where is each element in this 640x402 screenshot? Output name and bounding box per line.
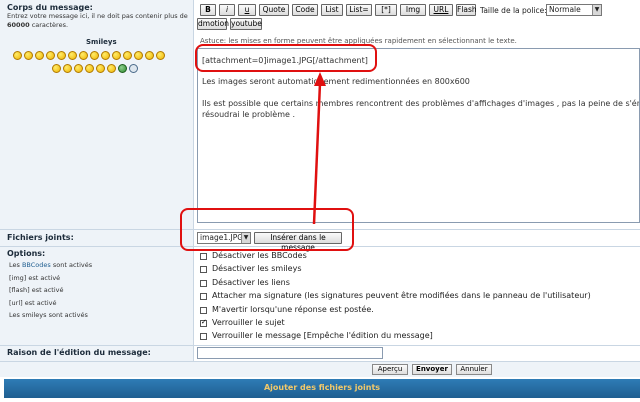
arrow-head-icon	[314, 72, 326, 86]
red-arrow-annotation	[312, 72, 326, 225]
arrow-line	[312, 82, 322, 225]
